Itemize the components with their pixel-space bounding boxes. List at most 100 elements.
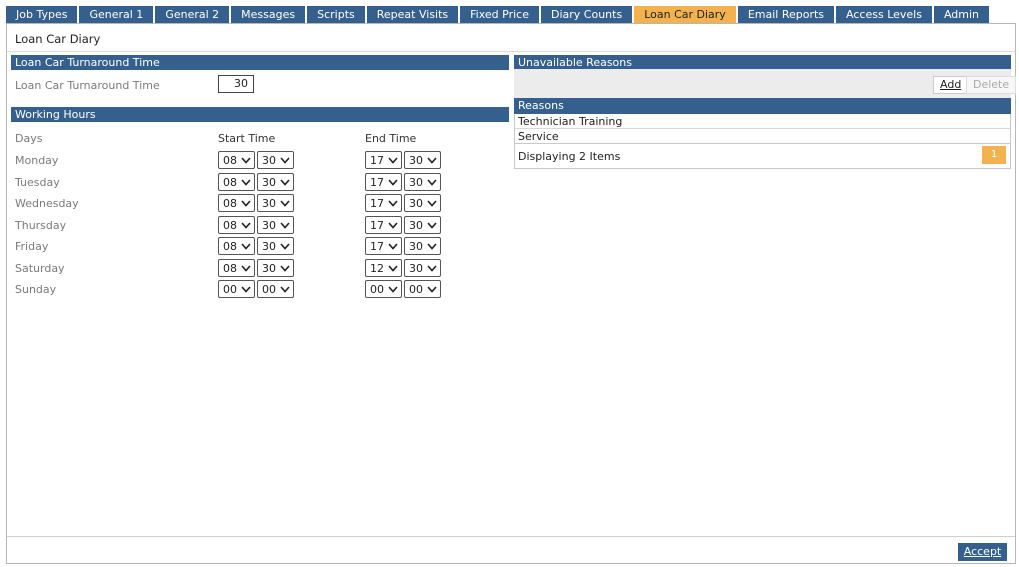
start-hour-select[interactable]: 08 (218, 173, 255, 191)
end-hour-select[interactable]: 12 (365, 259, 402, 277)
tab-bar: Job Types General 1 General 2 Messages S… (6, 6, 991, 24)
start-minute-select[interactable]: 30 (257, 194, 294, 212)
chevron-down-icon (388, 265, 398, 272)
accept-button[interactable]: Accept (958, 543, 1007, 561)
start-minute-select[interactable]: 30 (257, 237, 294, 255)
chevron-down-icon (427, 200, 437, 207)
chevron-down-icon (241, 179, 251, 186)
tab-email-reports[interactable]: Email Reports (737, 6, 835, 24)
select-value: 30 (262, 262, 276, 275)
tab-job-types[interactable]: Job Types (6, 6, 78, 24)
reasons-column-header[interactable]: Reasons (514, 98, 1011, 114)
chevron-down-icon (427, 179, 437, 186)
tab-fixed-price[interactable]: Fixed Price (460, 6, 539, 24)
tab-diary-counts[interactable]: Diary Counts (541, 6, 633, 24)
reason-row[interactable]: Technician Training (515, 114, 1010, 129)
chevron-down-icon (280, 243, 290, 250)
end-minute-select[interactable]: 30 (404, 259, 441, 277)
tab-general-2[interactable]: General 2 (155, 6, 230, 24)
chevron-down-icon (280, 157, 290, 164)
tab-repeat-visits[interactable]: Repeat Visits (366, 6, 459, 24)
select-value: 30 (409, 197, 423, 210)
select-value: 30 (262, 240, 276, 253)
day-label: Monday (15, 154, 59, 167)
chevron-down-icon (388, 243, 398, 250)
select-value: 08 (223, 154, 237, 167)
tab-general-1[interactable]: General 1 (79, 6, 154, 24)
start-minute-select[interactable]: 30 (257, 151, 294, 169)
end-minute-select[interactable]: 30 (404, 151, 441, 169)
day-label: Wednesday (15, 197, 79, 210)
days-column-header: Days (15, 132, 43, 145)
chevron-down-icon (427, 222, 437, 229)
start-minute-select[interactable]: 30 (257, 173, 294, 191)
select-value: 17 (370, 176, 384, 189)
working-hours-section-header: Working Hours (11, 107, 509, 122)
start-hour-select[interactable]: 00 (218, 280, 255, 298)
turnaround-input[interactable]: 30 (218, 75, 254, 93)
tab-messages[interactable]: Messages (231, 6, 306, 24)
turnaround-section-header: Loan Car Turnaround Time (11, 55, 509, 70)
tab-admin[interactable]: Admin (933, 6, 990, 24)
select-value: 00 (370, 283, 384, 296)
select-value: 30 (262, 197, 276, 210)
end-hour-select[interactable]: 17 (365, 173, 402, 191)
end-minute-select[interactable]: 30 (404, 194, 441, 212)
chevron-down-icon (241, 243, 251, 250)
chevron-down-icon (388, 286, 398, 293)
select-value: 00 (262, 283, 276, 296)
select-value: 17 (370, 197, 384, 210)
select-value: 17 (370, 219, 384, 232)
end-minute-select[interactable]: 30 (404, 237, 441, 255)
select-value: 17 (370, 240, 384, 253)
start-hour-select[interactable]: 08 (218, 216, 255, 234)
end-hour-select[interactable]: 17 (365, 237, 402, 255)
end-hour-select[interactable]: 17 (365, 194, 402, 212)
page-title: Loan Car Diary (15, 32, 101, 46)
chevron-down-icon (241, 222, 251, 229)
unavailable-reasons-header: Unavailable Reasons (514, 55, 1011, 70)
select-value: 30 (262, 154, 276, 167)
day-label: Saturday (15, 262, 65, 275)
end-hour-select[interactable]: 17 (365, 216, 402, 234)
chevron-down-icon (388, 200, 398, 207)
tab-access-levels[interactable]: Access Levels (836, 6, 932, 24)
start-minute-select[interactable]: 00 (257, 280, 294, 298)
tab-loan-car-diary[interactable]: Loan Car Diary (634, 6, 736, 24)
chevron-down-icon (280, 265, 290, 272)
page-number-button[interactable]: 1 (982, 146, 1006, 164)
chevron-down-icon (241, 286, 251, 293)
tab-scripts[interactable]: Scripts (307, 6, 365, 24)
reason-row[interactable]: Service (515, 129, 1010, 144)
start-minute-select[interactable]: 30 (257, 259, 294, 277)
chevron-down-icon (241, 265, 251, 272)
turnaround-label: Loan Car Turnaround Time (15, 79, 160, 92)
start-hour-select[interactable]: 08 (218, 237, 255, 255)
day-label: Friday (15, 240, 49, 253)
start-hour-select[interactable]: 08 (218, 194, 255, 212)
day-label: Thursday (15, 219, 67, 232)
end-hour-select[interactable]: 17 (365, 151, 402, 169)
start-hour-select[interactable]: 08 (218, 151, 255, 169)
end-time-column-header: End Time (365, 132, 417, 145)
delete-reason-button[interactable]: Delete (966, 76, 1017, 94)
chevron-down-icon (241, 200, 251, 207)
start-hour-select[interactable]: 08 (218, 259, 255, 277)
chevron-down-icon (427, 157, 437, 164)
content-panel: Loan Car Diary Loan Car Turnaround Time … (6, 23, 1017, 564)
title-divider (7, 51, 1015, 52)
chevron-down-icon (388, 179, 398, 186)
select-value: 17 (370, 154, 384, 167)
chevron-down-icon (280, 179, 290, 186)
select-value: 08 (223, 262, 237, 275)
end-minute-select[interactable]: 00 (404, 280, 441, 298)
day-label: Tuesday (15, 176, 60, 189)
end-minute-select[interactable]: 30 (404, 216, 441, 234)
chevron-down-icon (388, 157, 398, 164)
end-hour-select[interactable]: 00 (365, 280, 402, 298)
start-minute-select[interactable]: 30 (257, 216, 294, 234)
select-value: 30 (409, 176, 423, 189)
add-reason-button[interactable]: Add (933, 76, 969, 94)
end-minute-select[interactable]: 30 (404, 173, 441, 191)
select-value: 30 (409, 219, 423, 232)
